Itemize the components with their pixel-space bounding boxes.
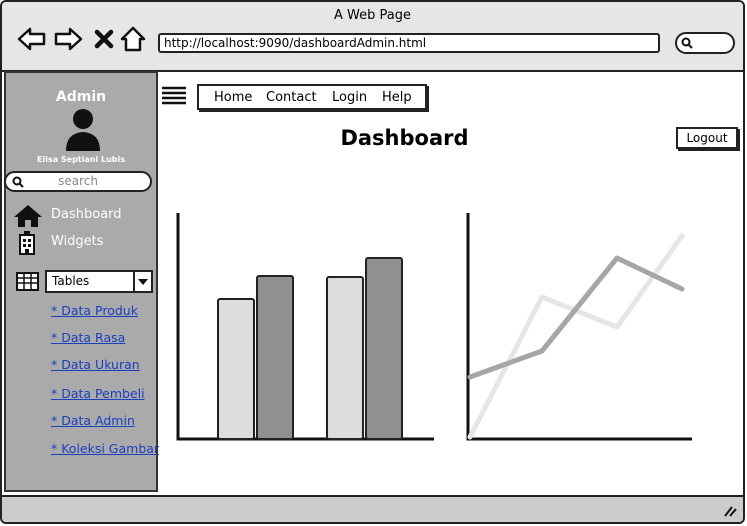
link-data-admin[interactable]: * Data Admin xyxy=(51,413,135,428)
link-data-produk[interactable]: * Data Produk xyxy=(51,303,138,318)
sidebar: Admin Elisa Septiani Lubis search Dashbo… xyxy=(4,71,159,492)
line-series-2 xyxy=(467,255,685,380)
link-koleksi-gambar[interactable]: * Koleksi Gambar xyxy=(51,441,159,456)
line-chart xyxy=(466,213,692,441)
building-icon xyxy=(14,231,44,255)
hamburger-menu-icon[interactable] xyxy=(162,86,186,106)
back-arrow-icon[interactable] xyxy=(16,24,46,54)
line-series-1 xyxy=(467,233,685,440)
bar-2-series-2 xyxy=(365,257,403,440)
forward-arrow-icon[interactable] xyxy=(54,24,84,54)
tables-select-value: Tables xyxy=(52,274,90,288)
sidebar-search-input[interactable]: search xyxy=(4,171,152,192)
bar-1-series-1 xyxy=(217,298,255,440)
search-placeholder: search xyxy=(58,174,98,188)
top-navigation: Home Contact Login Help xyxy=(197,84,427,110)
bar-1-series-2 xyxy=(256,275,294,440)
bar-2-series-1 xyxy=(326,276,364,440)
nav-help[interactable]: Help xyxy=(382,90,412,105)
link-data-pembeli[interactable]: * Data Pembeli xyxy=(51,386,145,401)
url-field[interactable]: http://localhost:9090/dashboardAdmin.htm… xyxy=(158,33,660,53)
table-icon xyxy=(14,271,44,295)
sidebar-item-label: Widgets xyxy=(51,234,104,249)
browser-titlebar: A Web Page http://localhost:9090/dashboa… xyxy=(2,2,743,72)
chevron-down-icon[interactable] xyxy=(133,272,151,291)
user-name: Elisa Septiani Lubis xyxy=(36,155,126,164)
nav-login[interactable]: Login xyxy=(332,90,367,105)
tables-select[interactable]: Tables xyxy=(45,270,153,293)
browser-search-field[interactable] xyxy=(675,32,735,54)
window-title: A Web Page xyxy=(334,8,411,23)
line-chart-axes xyxy=(466,213,692,441)
link-data-ukuran[interactable]: * Data Ukuran xyxy=(51,357,140,372)
browser-window: A Web Page http://localhost:9090/dashboa… xyxy=(0,0,745,524)
resize-grip-icon[interactable] xyxy=(723,505,737,517)
nav-home[interactable]: Home xyxy=(214,90,252,105)
bar-chart xyxy=(176,213,434,441)
nav-contact[interactable]: Contact xyxy=(266,90,317,105)
page-title: Dashboard xyxy=(340,126,469,150)
sidebar-item-label: Dashboard xyxy=(51,207,122,222)
sidebar-title: Admin xyxy=(55,89,107,105)
logout-button[interactable]: Logout xyxy=(676,127,738,149)
home-icon xyxy=(14,204,44,228)
home-icon[interactable] xyxy=(119,24,149,54)
status-bar xyxy=(2,495,743,522)
search-icon xyxy=(681,37,693,49)
link-data-rasa[interactable]: * Data Rasa xyxy=(51,330,125,345)
avatar xyxy=(63,107,103,151)
stop-icon[interactable] xyxy=(92,24,122,54)
